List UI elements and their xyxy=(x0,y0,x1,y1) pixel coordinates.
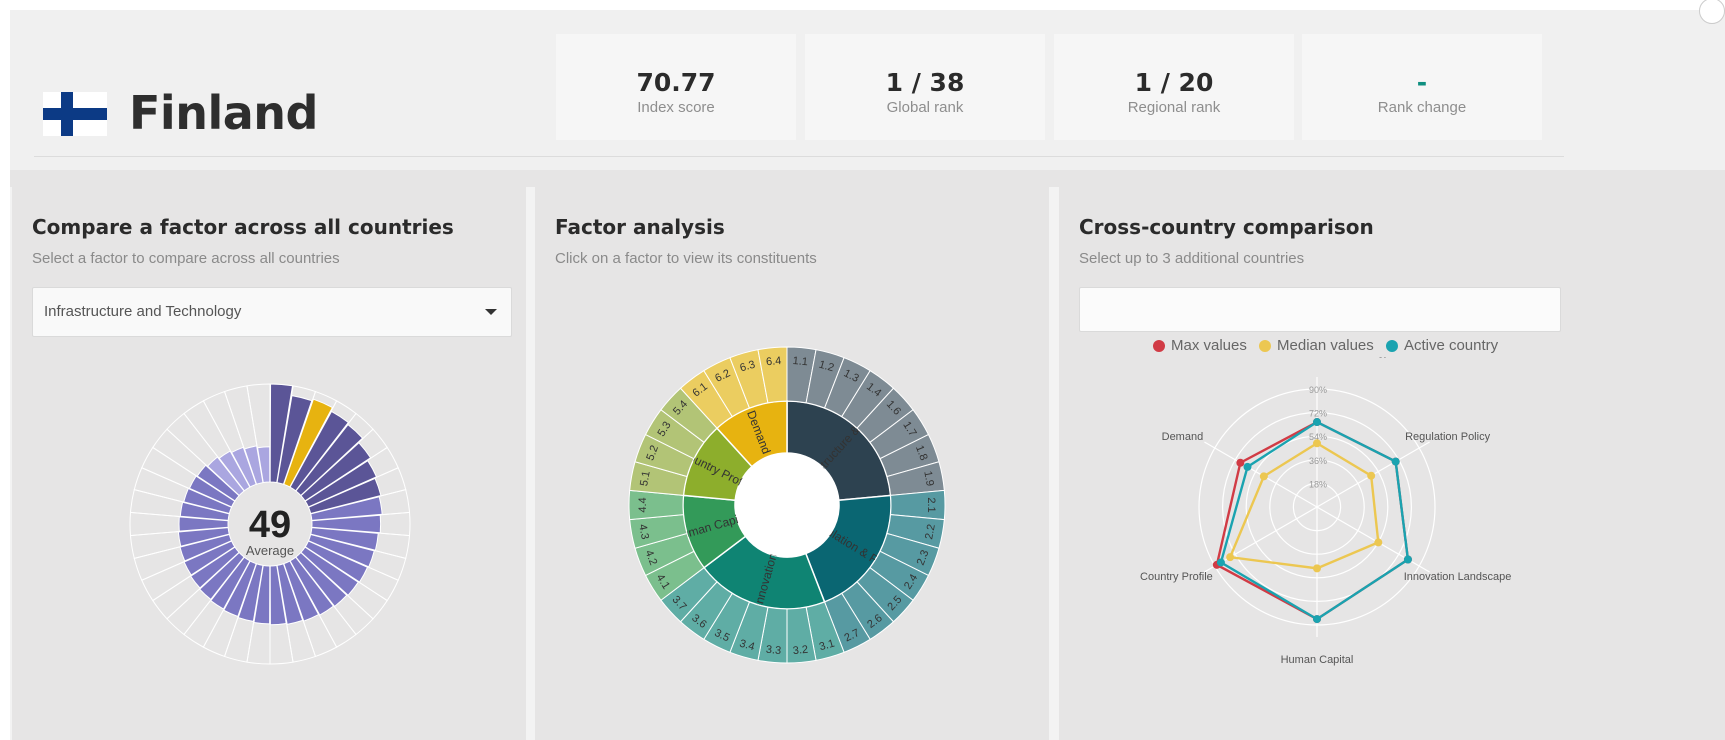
legend-item-max[interactable]: Max values xyxy=(1153,337,1247,354)
radar-point[interactable] xyxy=(1374,538,1383,547)
compare-factor-panel: Compare a factor across all countries Se… xyxy=(12,187,526,740)
panel-title: Factor analysis xyxy=(555,215,725,239)
sunburst-subfactor-label: 4.4 xyxy=(637,497,649,512)
sunburst-subfactor-label: 3.2 xyxy=(792,644,808,657)
factor-select-value: Infrastructure and Technology xyxy=(44,303,242,320)
finland-flag-icon xyxy=(43,92,107,136)
panel-subtitle: Select up to 3 additional countries xyxy=(1079,250,1305,267)
sunburst-center xyxy=(735,453,839,557)
legend-item-active[interactable]: Active country xyxy=(1385,337,1498,354)
country-header: Finland 70.77 Index score 1 / 38 Global … xyxy=(10,10,1725,170)
radar-point[interactable] xyxy=(1313,439,1321,448)
radar-series-line xyxy=(1219,420,1410,621)
chart-center-label: Average xyxy=(246,543,294,558)
radar-point[interactable] xyxy=(1403,555,1412,564)
radar-point[interactable] xyxy=(1216,558,1225,567)
country-name: Finland xyxy=(129,86,318,140)
legend-dot-icon xyxy=(1259,339,1272,352)
stat-value: 1 / 38 xyxy=(885,68,965,97)
radar-point[interactable] xyxy=(1259,472,1268,481)
stat-rank-change: - Rank change xyxy=(1302,34,1542,140)
stat-index-score: 70.77 Index score xyxy=(556,34,796,140)
radar-axis-label: Innovation Landscape xyxy=(1404,571,1512,583)
stat-label: Rank change xyxy=(1377,99,1467,116)
header-divider xyxy=(34,156,1564,157)
radar-point[interactable] xyxy=(1226,553,1235,562)
sunburst-subfactor-label: 2.1 xyxy=(925,497,937,512)
stat-global-rank: 1 / 38 Global rank xyxy=(805,34,1045,140)
sunburst-chart: Infrastructure & Tech1.1 1.21.31.41.61.71… xyxy=(628,346,946,664)
stat-label: Regional rank xyxy=(1127,99,1221,116)
radar-legend: Max values Median values Active country xyxy=(1153,337,1506,356)
legend-dot-icon xyxy=(1153,339,1165,352)
radar-axis-label: Demand xyxy=(1162,431,1204,443)
radar-point[interactable] xyxy=(1243,462,1252,471)
radar-axis-label: Country Profile xyxy=(1140,571,1213,583)
caret-down-icon xyxy=(485,309,497,315)
radar-point[interactable] xyxy=(1367,471,1376,480)
stat-regional-rank: 1 / 20 Regional rank xyxy=(1054,34,1294,140)
radar-point[interactable] xyxy=(1391,457,1400,466)
sunburst-subfactor-label: 1.1 xyxy=(792,355,808,368)
factor-analysis-panel: Factor analysis Click on a factor to vie… xyxy=(535,187,1049,740)
radial-bar-chart: 49 Average xyxy=(129,383,411,665)
radar-axis-label: Regulation Policy xyxy=(1405,431,1490,443)
stat-value: 1 / 20 xyxy=(1134,68,1214,97)
stat-value: 70.77 xyxy=(636,68,716,97)
cross-country-panel: Cross-country comparison Select up to 3 … xyxy=(1059,187,1565,740)
panel-subtitle: Click on a factor to view its constituen… xyxy=(555,250,817,267)
legend-dot-icon xyxy=(1385,339,1398,352)
radar-point[interactable] xyxy=(1313,418,1321,427)
factor-select[interactable]: Infrastructure and Technology xyxy=(32,287,512,337)
panel-subtitle: Select a factor to compare across all co… xyxy=(32,250,340,267)
stat-label: Global rank xyxy=(886,99,964,116)
country-search-input[interactable] xyxy=(1079,287,1561,332)
radar-point[interactable] xyxy=(1236,458,1245,467)
radar-axis-label: Human Capital xyxy=(1281,654,1354,666)
page: Finland 70.77 Index score 1 / 38 Global … xyxy=(10,0,1725,740)
radar-point[interactable] xyxy=(1313,615,1321,624)
panel-gutter xyxy=(1049,187,1059,740)
radar-tick-label: 90% xyxy=(1309,385,1327,395)
sunburst-subfactor-label: 6.4 xyxy=(766,355,782,368)
radar-chart: 18%36%54%72%90%Infrastructure and Techno… xyxy=(1140,357,1512,666)
stat-label: Index score xyxy=(637,99,715,116)
legend-item-median[interactable]: Median values xyxy=(1259,337,1374,354)
sunburst-subfactor-label: 3.3 xyxy=(765,644,781,657)
chart-center-value: 49 xyxy=(249,504,291,546)
radar-tick-label: 36% xyxy=(1309,456,1327,466)
panel-title: Cross-country comparison xyxy=(1079,215,1374,239)
radar-axis-label: Infrastructure and Technology xyxy=(1245,357,1390,358)
panel-title: Compare a factor across all countries xyxy=(32,215,454,239)
stat-value: - xyxy=(1416,68,1428,97)
radar-tick-label: 18% xyxy=(1309,479,1327,489)
radar-tick-label: 72% xyxy=(1309,409,1327,419)
radar-point[interactable] xyxy=(1313,564,1321,573)
